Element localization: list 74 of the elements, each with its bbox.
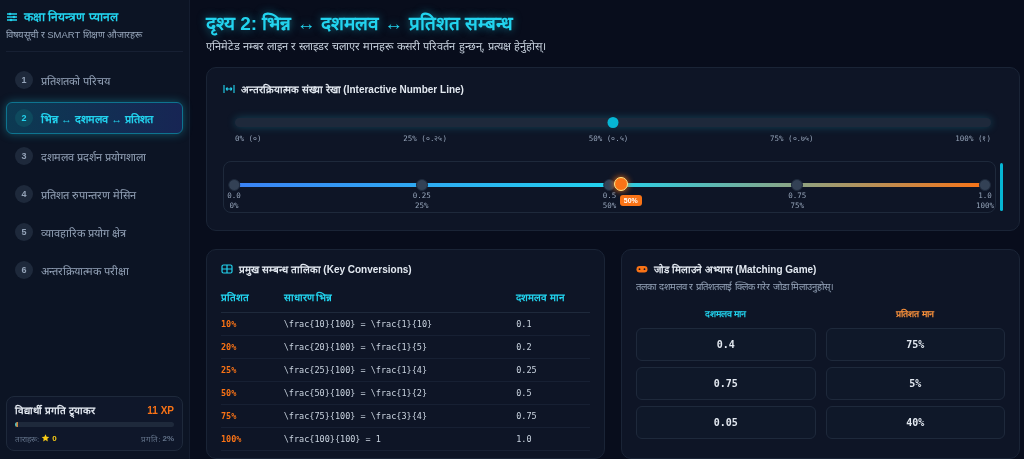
tick-dot [603,179,616,191]
match-tile[interactable]: 75% [825,328,1005,361]
card-title: अन्तरक्रियात्मक संख्या रेखा (Interactive Number Line) [241,82,464,96]
table-cell: 0.25 [516,358,590,382]
page-title: दृश्य 2: भिन्न ↔ दशमलव ↔ प्रतिशत सम्बन्ध [206,11,515,36]
column-header: दशमलव मान [516,286,590,313]
nav-item[interactable]: 4 प्रतिशत रुपान्तरण मेसिन [6,178,183,210]
nav-label: दशमलव प्रदर्शन प्रयोगशाला [41,149,147,164]
match-tile[interactable]: 0.75 [636,367,816,400]
card-title: जोड मिलाउने अभ्यास (Matching Game) [654,262,817,276]
table-cell: 1.0 [516,427,590,451]
step-number: 3 [15,147,33,165]
nav-label: भिन्न ↔ दशमलव ↔ प्रतिशत [41,111,154,126]
column-heading: प्रतिशत मान [895,307,936,320]
tick-dot [415,179,428,191]
nav-label: प्रतिशतको परिचय [41,73,111,88]
match-tile[interactable]: 0.4 [636,328,816,361]
nav-item[interactable]: 1 प्रतिशतको परिचय [6,64,183,96]
card-subtitle: तलका दशमलव र प्रतिशतलाई क्लिक गरेर जोडा मिलाउनुहोस्। [636,280,836,293]
slider-track[interactable] [235,118,991,127]
nav-label: प्रतिशत रुपान्तरण मेसिन [41,187,137,202]
table-cell: \frac{100}{100} = 1 [283,427,517,451]
table-cell: \frac{10}{100} = \frac{1}{10} [283,312,517,336]
sliders-icon [6,10,18,23]
table-cell: 25% [221,358,284,382]
step-number: 4 [15,185,33,203]
table-cell: 100% [221,427,284,451]
table-cell: 0.1 [516,312,590,336]
step-number: 1 [15,71,33,89]
card-title: प्रमुख सम्बन्ध तालिका (Key Conversions) [239,262,412,276]
table-cell: 75% [221,404,284,428]
nav-label: अन्तरक्रियात्मक परीक्षा [41,263,130,278]
table-cell: \frac{75}{100} = \frac{3}{4} [283,404,517,428]
slider-thumb[interactable] [607,117,619,128]
scrollbar[interactable] [1000,163,1003,211]
tick-dot [791,179,804,191]
match-tile[interactable]: 0.05 [636,406,816,439]
table-cell: \frac{25}{100} = \frac{1}{4} [283,358,517,382]
page-subtitle: एनिमेटेड नम्बर लाइन र स्लाइडर चलाएर मानहरू कसरी परिवर्तन हुन्छन्, प्रत्यक्ष हेर्नुहोस्। [206,39,547,53]
table-cell: 50% [221,381,284,405]
match-tile[interactable]: 5% [825,367,1005,400]
table-cell: 0.5 [516,381,590,405]
column-heading: दशमलव मान [704,308,748,320]
nav-item[interactable]: 3 दशमलव प्रदर्शन प्रयोगशाला [6,140,183,172]
stars-count: 0 [52,433,57,443]
arrows-icon [223,83,235,95]
table-cell: 10% [221,312,284,336]
star-icon [41,432,51,444]
nav-item[interactable]: 6 अन्तरक्रियात्मक परीक्षा [6,254,183,286]
table-cell: 0.2 [516,335,590,359]
tick-dot [228,179,240,191]
pointer-handle[interactable] [613,177,628,191]
tick-dot [979,179,991,191]
step-number: 2 [15,109,33,127]
gamepad-icon [636,263,648,275]
progress-percent: प्रगति: 2% [141,432,174,444]
sidebar-title: कक्षा नियन्त्रण प्यानल [24,9,118,25]
step-number: 6 [15,261,33,279]
table-cell: 0.75 [516,404,590,428]
table-cell: \frac{50}{100} = \frac{1}{2} [283,381,517,405]
column-header: साधारण भिन्न [283,286,517,313]
step-number: 5 [15,223,33,241]
match-tile[interactable]: 40% [825,406,1005,439]
table-cell: 20% [221,335,284,359]
nav-item[interactable]: 2 भिन्न ↔ दशमलव ↔ प्रतिशत [6,102,183,134]
sidebar-subtitle: विषयसूची र SMART शिक्षण औजारहरू [6,28,144,41]
nav-label: व्यावहारिक प्रयोग क्षेत्र [41,225,127,240]
stars-label: ताराहरू: [15,433,40,444]
xp-count: 11 XP [147,404,174,416]
tracker-title: विद्यार्थी प्रगति ट्र्याकर [15,403,95,417]
table-cell: \frac{20}{100} = \frac{1}{5} [283,335,517,359]
nav-item[interactable]: 5 व्यावहारिक प्रयोग क्षेत्र [6,216,183,248]
column-header: प्रतिशत [221,286,284,313]
table-icon [221,263,233,275]
